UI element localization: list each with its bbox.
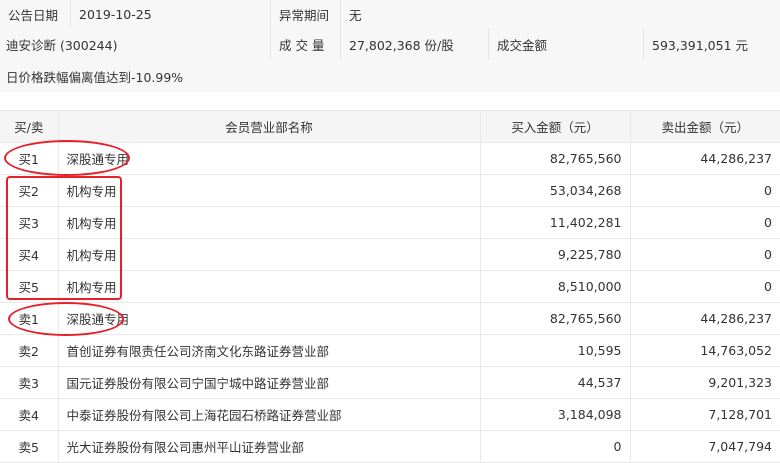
row-side: 卖4: [0, 398, 58, 431]
table-row: 买2 机构专用 53,034,268 0: [0, 174, 780, 207]
row-sell-amount: 9,201,323: [629, 366, 780, 399]
info-row-reason: 日价格跌幅偏离值达到-10.99%: [0, 60, 780, 93]
row-buy-amount: 3,184,098: [479, 398, 630, 431]
row-sell-amount: 44,286,237: [629, 142, 780, 175]
row-buy-amount: 44,537: [479, 366, 630, 399]
announcement-date-value: 2019-10-25: [70, 0, 270, 28]
row-sell-amount: 0: [629, 270, 780, 303]
row-side: 买3: [0, 206, 58, 239]
row-sell-amount: 7,128,701: [629, 398, 780, 431]
row-buy-amount: 9,225,780: [479, 238, 630, 271]
row-buy-amount: 82,765,560: [479, 302, 630, 335]
header-buy-amount: 买入金额（元）: [479, 110, 630, 143]
row-broker-name: 深股通专用: [57, 142, 480, 175]
table-row: 卖3 国元证券股份有限公司宁国宁城中路证券营业部 44,537 9,201,32…: [0, 366, 780, 399]
table-row: 卖2 首创证券有限责任公司济南文化东路证券营业部 10,595 14,763,0…: [0, 334, 780, 367]
info-row-date: 公告日期 2019-10-25 异常期间 无: [0, 0, 780, 29]
row-sell-amount: 0: [629, 238, 780, 271]
row-broker-name: 中泰证券股份有限公司上海花园石桥路证券营业部: [57, 398, 480, 431]
row-broker-name: 国元证券股份有限公司宁国宁城中路证券营业部: [57, 366, 480, 399]
amount-label: 成交金额: [488, 28, 643, 60]
row-broker-name: 机构专用: [57, 174, 480, 207]
row-broker-name: 光大证券股份有限公司惠州平山证券营业部: [57, 430, 480, 463]
broker-table: 买/卖 会员营业部名称 买入金额（元） 卖出金额（元） 买1 深股通专用 82,…: [0, 110, 780, 463]
section-gap: [0, 92, 780, 110]
row-sell-amount: 7,047,794: [629, 430, 780, 463]
info-row-trading: 迪安诊断 (300244) 成 交 量 27,802,368 份/股 成交金额 …: [0, 28, 780, 61]
announcement-date-label: 公告日期: [8, 7, 59, 23]
row-buy-amount: 0: [479, 430, 630, 463]
row-broker-name: 机构专用: [57, 238, 480, 271]
row-buy-amount: 11,402,281: [479, 206, 630, 239]
row-side: 卖2: [0, 334, 58, 367]
row-buy-amount: 53,034,268: [479, 174, 630, 207]
abnormal-period-label: 异常期间: [270, 0, 340, 28]
row-broker-name: 首创证券有限责任公司济南文化东路证券营业部: [57, 334, 480, 367]
row-side: 卖3: [0, 366, 58, 399]
header-sell-amount: 卖出金额（元）: [629, 110, 780, 143]
row-broker-name: 机构专用: [57, 270, 480, 303]
row-sell-amount: 14,763,052: [629, 334, 780, 367]
row-side: 买5: [0, 270, 58, 303]
row-sell-amount: 0: [629, 206, 780, 239]
volume-label: 成 交 量: [270, 28, 340, 60]
row-broker-name: 机构专用: [57, 206, 480, 239]
table-header-row: 买/卖 会员营业部名称 买入金额（元） 卖出金额（元）: [0, 110, 780, 143]
row-side: 买2: [0, 174, 58, 207]
table-row: 买4 机构专用 9,225,780 0: [0, 238, 780, 271]
table-row: 买1 深股通专用 82,765,560 44,286,237: [0, 142, 780, 175]
row-side: 买1: [0, 142, 58, 175]
row-buy-amount: 8,510,000: [479, 270, 630, 303]
row-sell-amount: 44,286,237: [629, 302, 780, 335]
table-row: 卖1 深股通专用 82,765,560 44,286,237: [0, 302, 780, 335]
row-side: 买4: [0, 238, 58, 271]
row-buy-amount: 82,765,560: [479, 142, 630, 175]
volume-value: 27,802,368 份/股: [340, 28, 488, 60]
row-side: 卖5: [0, 430, 58, 463]
stock-name: 迪安诊断 (300244): [6, 37, 118, 53]
amount-value: 593,391,051 元: [643, 28, 780, 60]
abnormal-period-value: 无: [340, 0, 780, 28]
header-side: 买/卖: [0, 110, 58, 143]
row-buy-amount: 10,595: [479, 334, 630, 367]
table-row: 买3 机构专用 11,402,281 0: [0, 206, 780, 239]
row-broker-name: 深股通专用: [57, 302, 480, 335]
table-row: 卖5 光大证券股份有限公司惠州平山证券营业部 0 7,047,794: [0, 430, 780, 463]
row-sell-amount: 0: [629, 174, 780, 207]
header-broker-name: 会员营业部名称: [57, 110, 480, 143]
table-row: 买5 机构专用 8,510,000 0: [0, 270, 780, 303]
table-row: 卖4 中泰证券股份有限公司上海花园石桥路证券营业部 3,184,098 7,12…: [0, 398, 780, 431]
row-side: 卖1: [0, 302, 58, 335]
listing-reason: 日价格跌幅偏离值达到-10.99%: [6, 69, 184, 85]
